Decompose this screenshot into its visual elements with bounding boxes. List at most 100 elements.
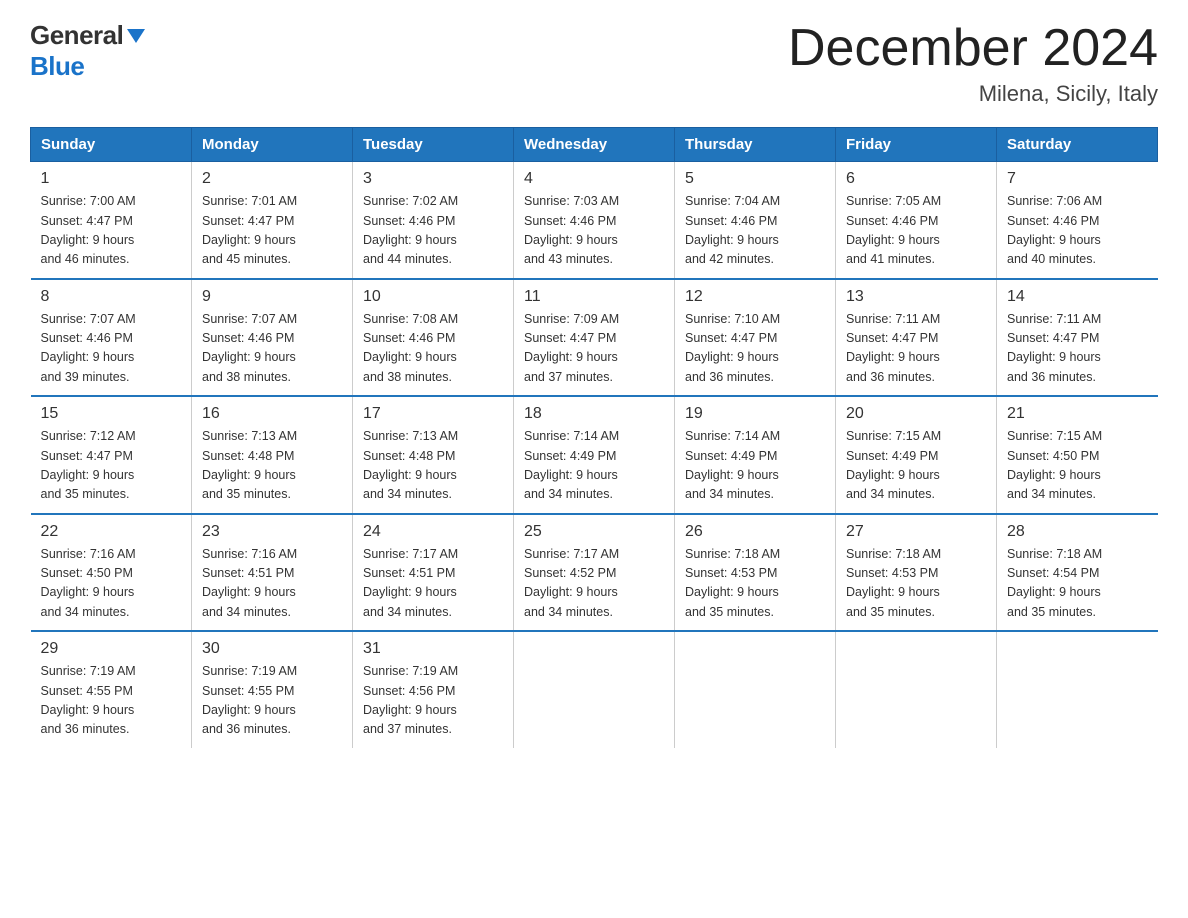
day-number: 18 <box>524 405 664 423</box>
day-number: 20 <box>846 405 986 423</box>
calendar-cell <box>675 631 836 748</box>
day-info: Sunrise: 7:04 AMSunset: 4:46 PMDaylight:… <box>685 192 825 270</box>
day-info: Sunrise: 7:14 AMSunset: 4:49 PMDaylight:… <box>685 427 825 505</box>
day-number: 28 <box>1007 523 1148 541</box>
calendar-cell: 25 Sunrise: 7:17 AMSunset: 4:52 PMDayligh… <box>514 514 675 632</box>
calendar-cell <box>997 631 1158 748</box>
calendar-cell: 20Sunrise: 7:15 AMSunset: 4:49 PMDayligh… <box>836 396 997 514</box>
day-number: 15 <box>41 405 182 423</box>
calendar-cell: 13 Sunrise: 7:11 AMSunset: 4:47 PMDayligh… <box>836 279 997 397</box>
calendar-cell: 23 Sunrise: 7:16 AMSunset: 4:51 PMDayligh… <box>192 514 353 632</box>
title-block: December 2024 Milena, Sicily, Italy <box>788 20 1158 107</box>
month-title: December 2024 <box>788 20 1158 77</box>
calendar-cell <box>836 631 997 748</box>
day-number: 2 <box>202 170 342 188</box>
location-subtitle: Milena, Sicily, Italy <box>788 81 1158 107</box>
logo-general-text: General <box>30 20 123 51</box>
calendar-cell: 19 Sunrise: 7:14 AMSunset: 4:49 PMDayligh… <box>675 396 836 514</box>
day-info: Sunrise: 7:18 AMSunset: 4:53 PMDaylight:… <box>846 545 986 623</box>
day-number: 25 <box>524 523 664 541</box>
day-number: 24 <box>363 523 503 541</box>
day-info: Sunrise: 7:19 AMSunset: 4:56 PMDaylight:… <box>363 662 503 740</box>
day-info: Sunrise: 7:06 AMSunset: 4:46 PMDaylight:… <box>1007 192 1148 270</box>
calendar-cell: 21 Sunrise: 7:15 AMSunset: 4:50 PMDayligh… <box>997 396 1158 514</box>
calendar-cell: 14 Sunrise: 7:11 AMSunset: 4:47 PMDayligh… <box>997 279 1158 397</box>
day-number: 30 <box>202 640 342 658</box>
day-number: 8 <box>41 288 182 306</box>
day-number: 23 <box>202 523 342 541</box>
calendar-cell: 11 Sunrise: 7:09 AMSunset: 4:47 PMDayligh… <box>514 279 675 397</box>
day-info: Sunrise: 7:07 AMSunset: 4:46 PMDaylight:… <box>202 310 342 388</box>
day-info: Sunrise: 7:01 AMSunset: 4:47 PMDaylight:… <box>202 192 342 270</box>
day-info: Sunrise: 7:16 AMSunset: 4:50 PMDaylight:… <box>41 545 182 623</box>
week-row-3: 15 Sunrise: 7:12 AMSunset: 4:47 PMDayligh… <box>31 396 1158 514</box>
day-number: 5 <box>685 170 825 188</box>
day-info: Sunrise: 7:05 AMSunset: 4:46 PMDaylight:… <box>846 192 986 270</box>
calendar-cell: 16 Sunrise: 7:13 AMSunset: 4:48 PMDayligh… <box>192 396 353 514</box>
day-number: 1 <box>41 170 182 188</box>
day-number: 17 <box>363 405 503 423</box>
calendar-cell: 12Sunrise: 7:10 AMSunset: 4:47 PMDayligh… <box>675 279 836 397</box>
day-number: 11 <box>524 288 664 306</box>
calendar-cell: 8 Sunrise: 7:07 AMSunset: 4:46 PMDaylight… <box>31 279 192 397</box>
day-info: Sunrise: 7:18 AMSunset: 4:54 PMDaylight:… <box>1007 545 1148 623</box>
day-number: 4 <box>524 170 664 188</box>
week-row-5: 29 Sunrise: 7:19 AMSunset: 4:55 PMDayligh… <box>31 631 1158 748</box>
calendar-cell: 9 Sunrise: 7:07 AMSunset: 4:46 PMDaylight… <box>192 279 353 397</box>
day-info: Sunrise: 7:14 AMSunset: 4:49 PMDaylight:… <box>524 427 664 505</box>
day-number: 19 <box>685 405 825 423</box>
logo-blue-text: Blue <box>30 51 84 82</box>
calendar-cell: 15 Sunrise: 7:12 AMSunset: 4:47 PMDayligh… <box>31 396 192 514</box>
column-header-monday: Monday <box>192 128 353 162</box>
logo: General Blue <box>30 20 145 82</box>
day-info: Sunrise: 7:03 AMSunset: 4:46 PMDaylight:… <box>524 192 664 270</box>
calendar-cell: 18 Sunrise: 7:14 AMSunset: 4:49 PMDayligh… <box>514 396 675 514</box>
day-info: Sunrise: 7:11 AMSunset: 4:47 PMDaylight:… <box>1007 310 1148 388</box>
day-number: 16 <box>202 405 342 423</box>
day-info: Sunrise: 7:11 AMSunset: 4:47 PMDaylight:… <box>846 310 986 388</box>
day-info: Sunrise: 7:09 AMSunset: 4:47 PMDaylight:… <box>524 310 664 388</box>
day-info: Sunrise: 7:17 AMSunset: 4:52 PMDaylight:… <box>524 545 664 623</box>
day-info: Sunrise: 7:16 AMSunset: 4:51 PMDaylight:… <box>202 545 342 623</box>
day-number: 29 <box>41 640 182 658</box>
day-number: 12 <box>685 288 825 306</box>
day-number: 6 <box>846 170 986 188</box>
day-number: 10 <box>363 288 503 306</box>
calendar-cell: 7Sunrise: 7:06 AMSunset: 4:46 PMDaylight… <box>997 162 1158 279</box>
calendar-cell: 17Sunrise: 7:13 AMSunset: 4:48 PMDayligh… <box>353 396 514 514</box>
day-number: 22 <box>41 523 182 541</box>
calendar-cell: 4 Sunrise: 7:03 AMSunset: 4:46 PMDaylight… <box>514 162 675 279</box>
calendar-cell: 24 Sunrise: 7:17 AMSunset: 4:51 PMDayligh… <box>353 514 514 632</box>
calendar-cell: 31 Sunrise: 7:19 AMSunset: 4:56 PMDayligh… <box>353 631 514 748</box>
day-info: Sunrise: 7:13 AMSunset: 4:48 PMDaylight:… <box>202 427 342 505</box>
day-number: 13 <box>846 288 986 306</box>
day-number: 21 <box>1007 405 1148 423</box>
calendar-table: SundayMondayTuesdayWednesdayThursdayFrid… <box>30 127 1158 748</box>
day-number: 27 <box>846 523 986 541</box>
calendar-cell: 28 Sunrise: 7:18 AMSunset: 4:54 PMDayligh… <box>997 514 1158 632</box>
day-info: Sunrise: 7:12 AMSunset: 4:47 PMDaylight:… <box>41 427 182 505</box>
calendar-cell: 6 Sunrise: 7:05 AMSunset: 4:46 PMDaylight… <box>836 162 997 279</box>
calendar-header-row: SundayMondayTuesdayWednesdayThursdayFrid… <box>31 128 1158 162</box>
logo-triangle-icon <box>127 29 145 43</box>
calendar-cell: 30Sunrise: 7:19 AMSunset: 4:55 PMDayligh… <box>192 631 353 748</box>
calendar-cell: 22 Sunrise: 7:16 AMSunset: 4:50 PMDayligh… <box>31 514 192 632</box>
day-info: Sunrise: 7:17 AMSunset: 4:51 PMDaylight:… <box>363 545 503 623</box>
day-number: 9 <box>202 288 342 306</box>
calendar-cell: 29 Sunrise: 7:19 AMSunset: 4:55 PMDayligh… <box>31 631 192 748</box>
day-number: 14 <box>1007 288 1148 306</box>
column-header-thursday: Thursday <box>675 128 836 162</box>
day-number: 3 <box>363 170 503 188</box>
day-number: 26 <box>685 523 825 541</box>
day-number: 31 <box>363 640 503 658</box>
calendar-cell: 26Sunrise: 7:18 AMSunset: 4:53 PMDayligh… <box>675 514 836 632</box>
calendar-cell: 10Sunrise: 7:08 AMSunset: 4:46 PMDayligh… <box>353 279 514 397</box>
day-info: Sunrise: 7:07 AMSunset: 4:46 PMDaylight:… <box>41 310 182 388</box>
week-row-1: 1 Sunrise: 7:00 AMSunset: 4:47 PMDaylight… <box>31 162 1158 279</box>
calendar-cell: 5 Sunrise: 7:04 AMSunset: 4:46 PMDaylight… <box>675 162 836 279</box>
day-info: Sunrise: 7:00 AMSunset: 4:47 PMDaylight:… <box>41 192 182 270</box>
page-header: General Blue December 2024 Milena, Sicil… <box>30 20 1158 107</box>
day-info: Sunrise: 7:15 AMSunset: 4:50 PMDaylight:… <box>1007 427 1148 505</box>
day-info: Sunrise: 7:19 AMSunset: 4:55 PMDaylight:… <box>41 662 182 740</box>
week-row-2: 8 Sunrise: 7:07 AMSunset: 4:46 PMDaylight… <box>31 279 1158 397</box>
